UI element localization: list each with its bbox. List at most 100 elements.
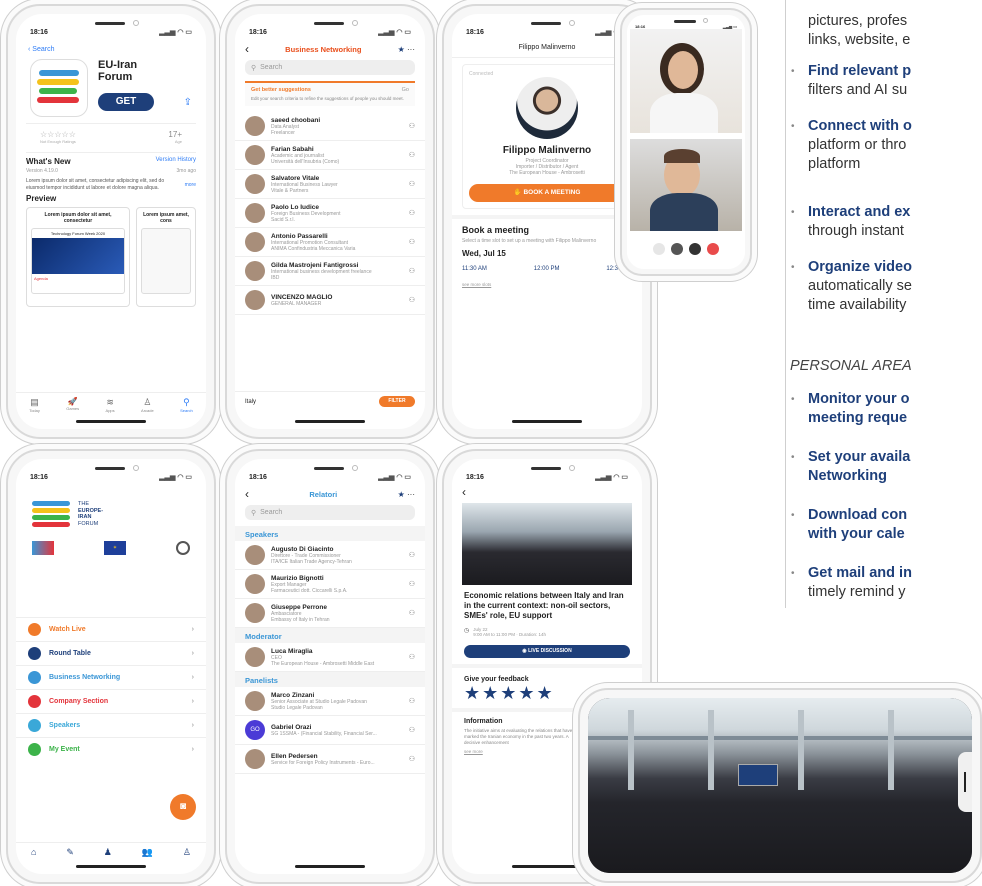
back-chevron-icon[interactable]: ‹ xyxy=(245,487,249,501)
more-icon[interactable]: ··· xyxy=(407,490,415,499)
menu-icon xyxy=(28,743,41,756)
end-call-icon[interactable] xyxy=(707,243,719,255)
avatar xyxy=(245,603,265,623)
person-row[interactable]: Gilda Mastrojeni Fantigrossi Internationa… xyxy=(235,257,425,286)
tab-arcade[interactable]: ♙ Arcade xyxy=(141,397,154,413)
version-history-link[interactable]: Version History xyxy=(156,157,196,166)
avatar xyxy=(245,290,265,310)
add-contact-icon[interactable]: ⚇ xyxy=(409,697,415,705)
signal-icon: ▂▃▅ ◠ ▭ xyxy=(159,474,192,481)
get-button[interactable]: GET xyxy=(98,93,154,111)
suggestions-card[interactable]: Get better suggestions Go Edit your searc… xyxy=(245,81,415,106)
more-slots-link[interactable]: see more slots xyxy=(462,282,632,287)
feature-text: pictures, profes xyxy=(808,13,908,29)
add-contact-icon[interactable]: ⚇ xyxy=(409,180,415,188)
avatar xyxy=(245,691,265,711)
release-notes: Lorem ipsum dolor sit amet, consectetur … xyxy=(26,178,165,191)
avatar xyxy=(245,145,265,165)
add-contact-icon[interactable]: ⚇ xyxy=(409,580,415,588)
app-store-tabbar: ▤ Today 🚀 Games ≋ Apps ♙ Arcade ⚲ Search xyxy=(16,392,206,413)
star-icon[interactable]: ★ xyxy=(398,45,405,54)
add-contact-icon[interactable]: ⚇ xyxy=(409,209,415,217)
tab-games[interactable]: 🚀 Games xyxy=(66,397,79,413)
search-input[interactable]: ⚲ Search xyxy=(245,505,415,520)
person-name: Gabriel Orazi xyxy=(271,723,312,731)
menu-item[interactable]: Round Table › xyxy=(16,641,206,665)
sponsor-logos: ✶ xyxy=(16,527,206,555)
menu-item[interactable]: My Event › xyxy=(16,737,206,761)
back-chevron-icon[interactable]: ‹ xyxy=(245,42,249,56)
person-row[interactable]: Augusto Di Giacinto Direttore - Trade Com… xyxy=(235,541,425,570)
avatar xyxy=(245,545,265,565)
add-contact-icon[interactable]: ⚇ xyxy=(409,609,415,617)
person-name: Luca Miraglia xyxy=(271,647,313,655)
back-chevron-icon[interactable]: ‹ xyxy=(452,483,642,501)
person-row[interactable]: Antonio Passarelli International Promotio… xyxy=(235,228,425,257)
person-row[interactable]: Ellen Pedersen Service for Foreign Policy… xyxy=(235,745,425,774)
person-row[interactable]: Farian Sabahi Academic and journalist Univ… xyxy=(235,141,425,170)
phone-landscape-stream xyxy=(578,688,982,883)
more-link[interactable]: more xyxy=(185,182,196,188)
app-header: EU-Iran Forum GET ⇪ xyxy=(16,53,206,123)
menu-item[interactable]: Speakers › xyxy=(16,713,206,737)
tab-apps[interactable]: ≋ Apps xyxy=(106,397,115,413)
person-row[interactable]: Giuseppe Perrone Ambasciatore Embassy of I… xyxy=(235,599,425,628)
feature-interact: Interact and ex xyxy=(808,204,911,220)
person-row[interactable]: Marco Zinzani Senior Associate at Studio … xyxy=(235,687,425,716)
filter-button[interactable]: FILTER xyxy=(379,396,415,407)
menu-icon xyxy=(28,671,41,684)
preview-screenshots: Lorem ipsum dolor sit amet, consectetur … xyxy=(26,207,196,307)
person-row[interactable]: GO Gabriel Orazi SG 1SSMA - (Financial Sta… xyxy=(235,716,425,745)
time-slot[interactable]: 11:30 AM xyxy=(462,266,487,272)
live-discussion-button[interactable]: ◉ LIVE DISCUSSION xyxy=(464,645,630,658)
star-icon[interactable]: ★ xyxy=(398,490,405,499)
add-contact-icon[interactable]: ⚇ xyxy=(409,755,415,763)
share-icon[interactable]: ⇪ xyxy=(184,97,192,108)
mic-icon[interactable] xyxy=(671,243,683,255)
notification-tab-icon[interactable]: ♟ xyxy=(104,847,112,858)
back-link[interactable]: ‹ Search xyxy=(16,38,206,53)
person-row[interactable]: Paolo Lo Iudice Foreign Business Developm… xyxy=(235,199,425,228)
add-contact-icon[interactable]: ⚇ xyxy=(409,238,415,246)
add-contact-icon[interactable]: ⚇ xyxy=(409,296,415,304)
chat-tab-icon[interactable]: ✎ xyxy=(66,847,74,858)
tab-today[interactable]: ▤ Today xyxy=(29,397,40,413)
menu-item[interactable]: Watch Live › xyxy=(16,617,206,641)
person-row[interactable]: Luca Miraglia CEO The European House - Amb… xyxy=(235,643,425,672)
people-tab-icon[interactable]: 👥 xyxy=(142,847,153,858)
menu-item[interactable]: Company Section › xyxy=(16,689,206,713)
time-slot[interactable]: 12:00 PM xyxy=(534,266,560,272)
more-icon[interactable]: ··· xyxy=(407,45,415,54)
book-meeting-button[interactable]: ✋ BOOK A MEETING xyxy=(469,184,625,202)
add-contact-icon[interactable]: ⚇ xyxy=(409,267,415,275)
person-row[interactable]: saeed choobani Data Analyst Freelancer ⚇ xyxy=(235,112,425,141)
status-time: 18:16 xyxy=(30,29,48,36)
add-contact-icon[interactable]: ⚇ xyxy=(409,726,415,734)
menu-item[interactable]: Business Networking › xyxy=(16,665,206,689)
person-name: saeed choobani xyxy=(271,116,321,124)
eu-flag-logo: ✶ xyxy=(104,541,126,555)
search-input[interactable]: ⚲ Search xyxy=(245,60,415,75)
video-icon[interactable] xyxy=(689,243,701,255)
add-contact-icon[interactable]: ⚇ xyxy=(409,653,415,661)
person-row[interactable]: VINCENZO MAGLIO GENERAL MANAGER ⚇ xyxy=(235,286,425,315)
camera-toggle-icon[interactable] xyxy=(653,243,665,255)
person-row[interactable]: Salvatore Vitale International Business L… xyxy=(235,170,425,199)
signal-icon: ▂▃▅ ◠ ▭ xyxy=(378,474,411,481)
person-row[interactable]: Maurizio Bignotti Export Manager Farmaceut… xyxy=(235,570,425,599)
avatar xyxy=(245,647,265,667)
search-icon: ⚲ xyxy=(251,509,257,517)
add-contact-icon[interactable]: ⚇ xyxy=(409,151,415,159)
add-contact-icon[interactable]: ⚇ xyxy=(409,122,415,130)
preview-card-2[interactable]: Lorem ipsum amet, cons xyxy=(136,207,196,307)
profile-tab-icon[interactable]: ♙ xyxy=(183,847,191,858)
camera-fab[interactable]: ◙ xyxy=(170,794,196,820)
clock-icon: ◷ xyxy=(464,628,470,634)
home-tab-icon[interactable]: ⌂ xyxy=(31,847,36,858)
preview-card-1[interactable]: Lorem ipsum dolor sit amet, consectetur … xyxy=(26,207,130,307)
add-contact-icon[interactable]: ⚇ xyxy=(409,551,415,559)
feature-organize: Organize video xyxy=(808,259,912,275)
call-controls xyxy=(627,243,745,255)
menu-icon xyxy=(28,623,41,636)
tab-search[interactable]: ⚲ Search xyxy=(180,397,193,413)
